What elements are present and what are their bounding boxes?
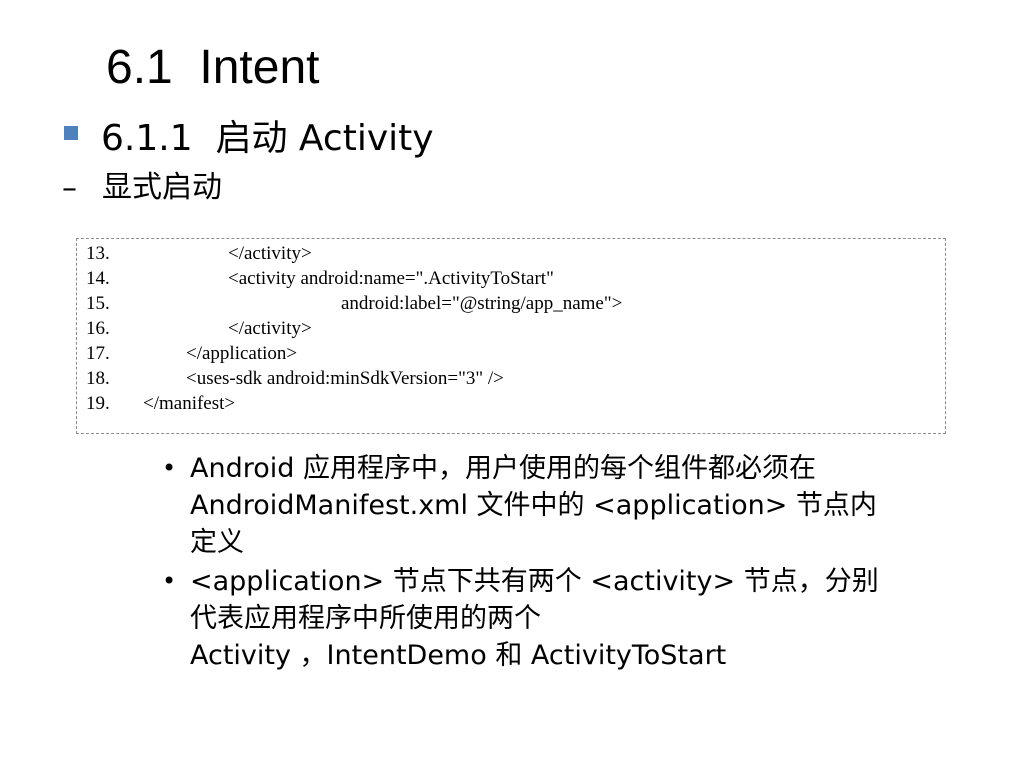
- code-listing: 13. </activity> 14. <activity android:na…: [76, 238, 946, 434]
- line-number: 17.: [86, 343, 110, 364]
- section-heading: 6.1.1 启动 Activity: [64, 114, 434, 164]
- bullet-text-line: Android 应用程序中，用户使用的每个组件都必须在: [190, 453, 816, 484]
- list-item: • Android 应用程序中，用户使用的每个组件都必须在 AndroidMan…: [162, 450, 962, 561]
- subsection-heading: – 显式启动: [62, 166, 222, 210]
- line-number: 14.: [86, 268, 110, 289]
- line-number: 15.: [86, 293, 110, 314]
- line-number: 16.: [86, 318, 110, 339]
- code-line: 16. </activity>: [77, 316, 945, 341]
- bullet-text-line: 定义: [190, 527, 244, 558]
- code-text: </activity>: [228, 318, 312, 339]
- code-line: 13. </activity>: [77, 241, 945, 266]
- section-heading-text: 6.1.1 启动 Activity: [101, 118, 434, 159]
- code-line: 14. <activity android:name=".ActivityToS…: [77, 266, 945, 291]
- code-text: android:label="@string/app_name">: [341, 293, 623, 314]
- code-line: 17. </application>: [77, 341, 945, 366]
- slide: 6.1 Intent 6.1.1 启动 Activity – 显式启动 13. …: [0, 0, 1024, 768]
- code-text: </manifest>: [143, 393, 236, 414]
- bullet-text-line: 代表应用程序中所使用的两个: [190, 603, 541, 634]
- line-number: 18.: [86, 368, 110, 389]
- square-bullet-icon: [64, 126, 78, 140]
- bullet-list: • Android 应用程序中，用户使用的每个组件都必须在 AndroidMan…: [162, 450, 962, 676]
- code-text: </application>: [186, 343, 298, 364]
- bullet-text-line: <application> 节点下共有两个 <activity> 节点，分别: [190, 566, 879, 597]
- code-line: 18. <uses-sdk android:minSdkVersion="3" …: [77, 366, 945, 391]
- code-line: 19. </manifest>: [77, 391, 945, 416]
- line-number: 13.: [86, 243, 110, 264]
- bullet-text-line: Activity ，IntentDemo 和 ActivityToStart: [190, 640, 727, 671]
- slide-title: 6.1 Intent: [106, 41, 320, 94]
- bullet-text-line: AndroidManifest.xml 文件中的 <application> 节…: [190, 490, 877, 521]
- round-bullet-icon: •: [162, 567, 177, 595]
- list-item: • <application> 节点下共有两个 <activity> 节点，分别…: [162, 563, 962, 674]
- round-bullet-icon: •: [162, 454, 177, 482]
- dash-bullet-icon: –: [62, 170, 77, 206]
- subsection-heading-text: 显式启动: [102, 170, 222, 205]
- code-text: <uses-sdk android:minSdkVersion="3" />: [186, 368, 504, 389]
- line-number: 19.: [86, 393, 110, 414]
- code-line: 15. android:label="@string/app_name">: [77, 291, 945, 316]
- code-text: <activity android:name=".ActivityToStart…: [228, 268, 554, 289]
- code-text: </activity>: [228, 243, 312, 264]
